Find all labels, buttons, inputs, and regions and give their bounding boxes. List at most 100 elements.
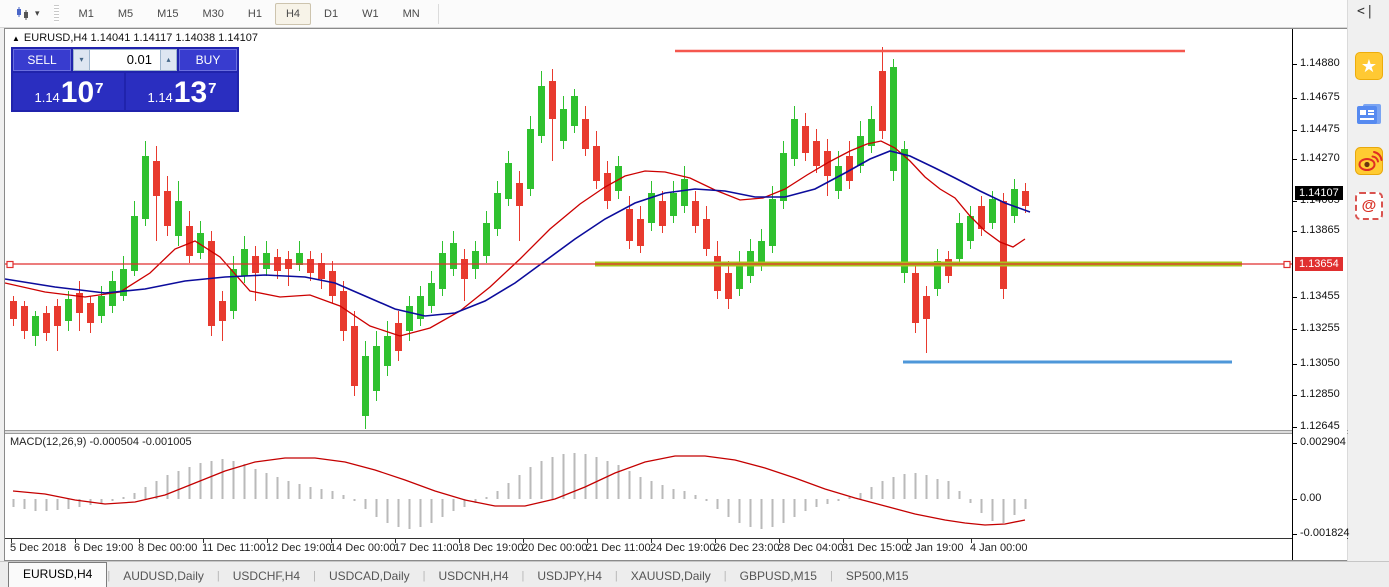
sell-price-box[interactable]: 1.14 10 7	[13, 73, 124, 110]
candlestick-chart-icon	[14, 7, 32, 21]
candle-body	[626, 209, 633, 241]
time-axis-label: 17 Dec 11:00	[394, 542, 459, 554]
buy-price-box[interactable]: 1.14 13 7	[126, 73, 237, 110]
toolbar-grip-handle[interactable]	[54, 5, 59, 23]
axis-tick	[1293, 201, 1297, 202]
candle-body	[527, 129, 534, 189]
candle-body	[857, 136, 864, 166]
price-axis-label: 1.14675	[1300, 91, 1340, 104]
time-axis-label: 20 Dec 00:00	[522, 542, 587, 554]
chart-tab-sp500[interactable]: SP500,M15	[833, 565, 922, 587]
volume-input[interactable]: 0.01	[90, 49, 160, 71]
candle-body	[714, 256, 721, 291]
weibo-eye-glyph	[1355, 147, 1383, 175]
candle-body	[483, 223, 490, 256]
chart-tab-eurusd[interactable]: EURUSD,H4	[8, 562, 107, 587]
candle-body	[681, 179, 688, 206]
candle-body	[43, 313, 50, 333]
time-axis-label: 6 Dec 19:00	[74, 542, 133, 554]
candle-body	[406, 306, 413, 331]
time-axis-label: 4 Jan 00:00	[970, 542, 1028, 554]
candle-body	[54, 306, 61, 326]
candle-body	[582, 119, 589, 149]
timeframe-button-h4[interactable]: H4	[275, 3, 311, 25]
chart-tab-audusd[interactable]: AUDUSD,Daily	[110, 565, 217, 587]
chart-window: ▲ EURUSD,H4 1.14041 1.14117 1.14038 1.141…	[4, 28, 1347, 561]
top-toolbar: ▾ M1M5M15M30H1H4D1W1MN	[0, 0, 1347, 28]
favorites-star-icon[interactable]: ★	[1355, 52, 1383, 80]
chart-tab-usdcad[interactable]: USDCAD,Daily	[316, 565, 423, 587]
right-sidebar: <| ★ @	[1347, 0, 1389, 561]
axis-tick	[1293, 443, 1297, 444]
chart-title-text: EURUSD,H4 1.14041 1.14117 1.14038 1.1410…	[24, 32, 258, 44]
candle-body	[296, 253, 303, 265]
candle-body	[593, 146, 600, 181]
price-axis-label: 1.13050	[1300, 357, 1340, 370]
buy-button[interactable]: BUY	[179, 49, 237, 71]
candle-body	[307, 259, 314, 273]
price-axis[interactable]: 1.148801.146751.144751.142701.140651.138…	[1292, 29, 1347, 560]
toolbar-separator	[438, 4, 439, 24]
price-axis-label: 1.13255	[1300, 322, 1340, 335]
line-handle	[1284, 262, 1290, 268]
axis-tick	[1293, 534, 1297, 535]
time-axis-label: 5 Dec 2018	[10, 542, 66, 554]
candle-body	[956, 223, 963, 259]
macd-axis-label: -0.001824	[1300, 527, 1350, 540]
candle-body	[450, 243, 457, 269]
candle-body	[1022, 191, 1029, 206]
level-price-tag: 1.13654	[1295, 257, 1343, 271]
chart-tab-usdjpy[interactable]: USDJPY,H4	[524, 565, 614, 587]
candle-body	[98, 296, 105, 316]
sell-button[interactable]: SELL	[13, 49, 71, 71]
buy-price-main: 13	[174, 78, 207, 108]
price-axis-label: 1.13455	[1300, 290, 1340, 303]
timeframe-button-group: M1M5M15M30H1H4D1W1MN	[67, 3, 432, 25]
candle-body	[318, 263, 325, 279]
candle-body	[505, 163, 512, 199]
weibo-icon[interactable]	[1355, 147, 1383, 175]
timeframe-button-d1[interactable]: D1	[313, 3, 349, 25]
chart-tab-usdcnh[interactable]: USDCNH,H4	[426, 565, 522, 587]
axis-tick	[1293, 297, 1297, 298]
current-price-tag: 1.14107	[1295, 186, 1343, 200]
candle-body	[373, 346, 380, 391]
timeframe-button-m15[interactable]: M15	[146, 3, 189, 25]
sidebar-collapse-button[interactable]: <|	[1357, 4, 1375, 19]
chart-tab-usdchf[interactable]: USDCHF,H4	[220, 565, 313, 587]
candle-body	[263, 253, 270, 269]
macd-axis-label: 0.00	[1300, 492, 1321, 505]
candle-body	[791, 119, 798, 159]
candle-body	[340, 291, 347, 331]
charts-toolbar-button[interactable]: ▾	[10, 5, 44, 23]
timeframe-button-m5[interactable]: M5	[107, 3, 144, 25]
axis-tick	[1293, 364, 1297, 365]
buy-price-pip: 7	[208, 80, 216, 97]
email-icon[interactable]: @	[1355, 192, 1383, 220]
line-handle	[7, 262, 13, 268]
chart-tab-gbpusd[interactable]: GBPUSD,M15	[727, 565, 830, 587]
candle-body	[769, 199, 776, 246]
candle-body	[472, 251, 479, 269]
timeframe-button-mn[interactable]: MN	[392, 3, 431, 25]
timeframe-button-m1[interactable]: M1	[68, 3, 105, 25]
news-icon[interactable]	[1355, 100, 1383, 128]
time-axis-label: 28 Dec 04:00	[778, 542, 843, 554]
candle-body	[10, 301, 17, 319]
candle-body	[175, 201, 182, 236]
timeframe-button-w1[interactable]: W1	[351, 3, 390, 25]
pane-splitter[interactable]	[5, 430, 1348, 434]
volume-increase-button[interactable]: ▴	[160, 49, 177, 71]
candle-body	[879, 71, 886, 131]
timeframe-button-h1[interactable]: H1	[237, 3, 273, 25]
timeframe-button-m30[interactable]: M30	[192, 3, 235, 25]
time-axis-label: 14 Dec 00:00	[330, 542, 395, 554]
collapse-triangle-icon: ▲	[12, 34, 20, 43]
candle-body	[219, 301, 226, 321]
newspaper-glyph	[1355, 100, 1383, 128]
candle-body	[362, 356, 369, 416]
candle-body	[890, 67, 897, 171]
candle-body	[186, 226, 193, 256]
volume-decrease-button[interactable]: ▾	[73, 49, 90, 71]
chart-tab-xauusd[interactable]: XAUUSD,Daily	[618, 565, 724, 587]
